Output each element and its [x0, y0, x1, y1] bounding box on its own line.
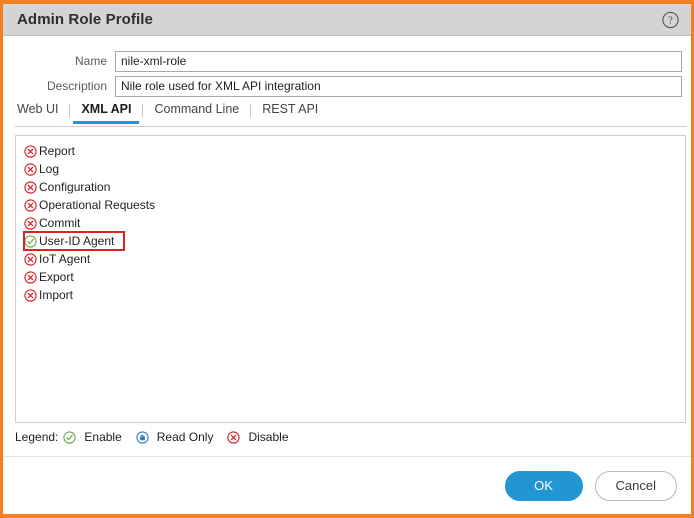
x-circle-icon[interactable]: [24, 180, 37, 194]
legend-item-label: Disable: [248, 430, 289, 444]
permission-row[interactable]: Import: [16, 286, 685, 304]
permission-row[interactable]: Commit: [16, 214, 685, 232]
permission-row[interactable]: IoT Agent: [16, 250, 685, 268]
legend-item-label: Enable: [84, 430, 122, 444]
tab-bar: Web UI XML API Command Line REST API: [15, 100, 687, 127]
description-field-row: Description: [3, 75, 691, 97]
help-icon[interactable]: ?: [662, 11, 679, 28]
permission-row[interactable]: Configuration: [16, 178, 685, 196]
description-label: Description: [46, 79, 107, 93]
cancel-button[interactable]: Cancel: [594, 470, 677, 501]
permissions-list-panel[interactable]: Report Log Configuration Operational Reques…: [15, 135, 686, 423]
permission-label: IoT Agent: [39, 252, 91, 266]
permission-label: Operational Requests: [39, 198, 156, 212]
tab-rest-api[interactable]: REST API: [251, 100, 329, 123]
x-circle-icon[interactable]: [24, 288, 37, 302]
read-only-circle-icon: [136, 430, 153, 444]
page-title: Admin Role Profile: [17, 11, 153, 28]
permission-row[interactable]: Export: [16, 268, 685, 286]
legend-item: Disable: [227, 430, 289, 444]
legend-item: Read Only: [136, 430, 214, 444]
x-circle-icon[interactable]: [24, 198, 37, 212]
permission-label: Configuration: [39, 180, 111, 194]
x-circle-icon[interactable]: [24, 252, 37, 266]
ok-button[interactable]: OK: [504, 470, 583, 501]
dialog-titlebar: Admin Role Profile ?: [3, 4, 691, 36]
x-circle-icon[interactable]: [24, 270, 37, 284]
svg-text:?: ?: [668, 15, 673, 26]
name-label: Name: [74, 54, 107, 68]
legend-items: Enable Read Only Disable: [63, 430, 302, 444]
legend: Legend: Enable Read Only Disable: [15, 430, 303, 444]
name-input[interactable]: [115, 50, 682, 72]
legend-item: Enable: [63, 430, 122, 444]
legend-title: Legend:: [15, 430, 59, 444]
permission-row[interactable]: Log: [16, 160, 685, 178]
x-circle-icon[interactable]: [24, 162, 37, 176]
permission-row[interactable]: Report: [16, 142, 685, 160]
legend-item-label: Read Only: [156, 430, 214, 444]
permission-label: Import: [39, 288, 74, 302]
description-input[interactable]: [115, 75, 682, 97]
tab-xml-api[interactable]: XML API: [70, 100, 142, 124]
name-field-row: Name: [3, 50, 691, 72]
x-circle-icon[interactable]: [24, 144, 37, 158]
tab-web-ui[interactable]: Web UI: [15, 100, 69, 123]
check-circle-icon[interactable]: [24, 234, 37, 248]
dialog-footer: OK Cancel: [3, 456, 691, 514]
x-circle-icon: [227, 430, 244, 444]
permission-row[interactable]: User-ID Agent: [16, 231, 685, 251]
check-circle-icon: [63, 430, 80, 444]
permission-label: Export: [39, 270, 74, 284]
x-circle-icon[interactable]: [24, 216, 37, 230]
permission-label: Report: [39, 144, 76, 158]
permission-label: Log: [39, 162, 60, 176]
admin-role-profile-dialog: Admin Role Profile ? Name Description We…: [0, 0, 694, 518]
tab-command-line[interactable]: Command Line: [143, 100, 250, 123]
permission-label: Commit: [39, 216, 81, 230]
permission-row[interactable]: Operational Requests: [16, 196, 685, 214]
permission-label: User-ID Agent: [39, 234, 115, 248]
